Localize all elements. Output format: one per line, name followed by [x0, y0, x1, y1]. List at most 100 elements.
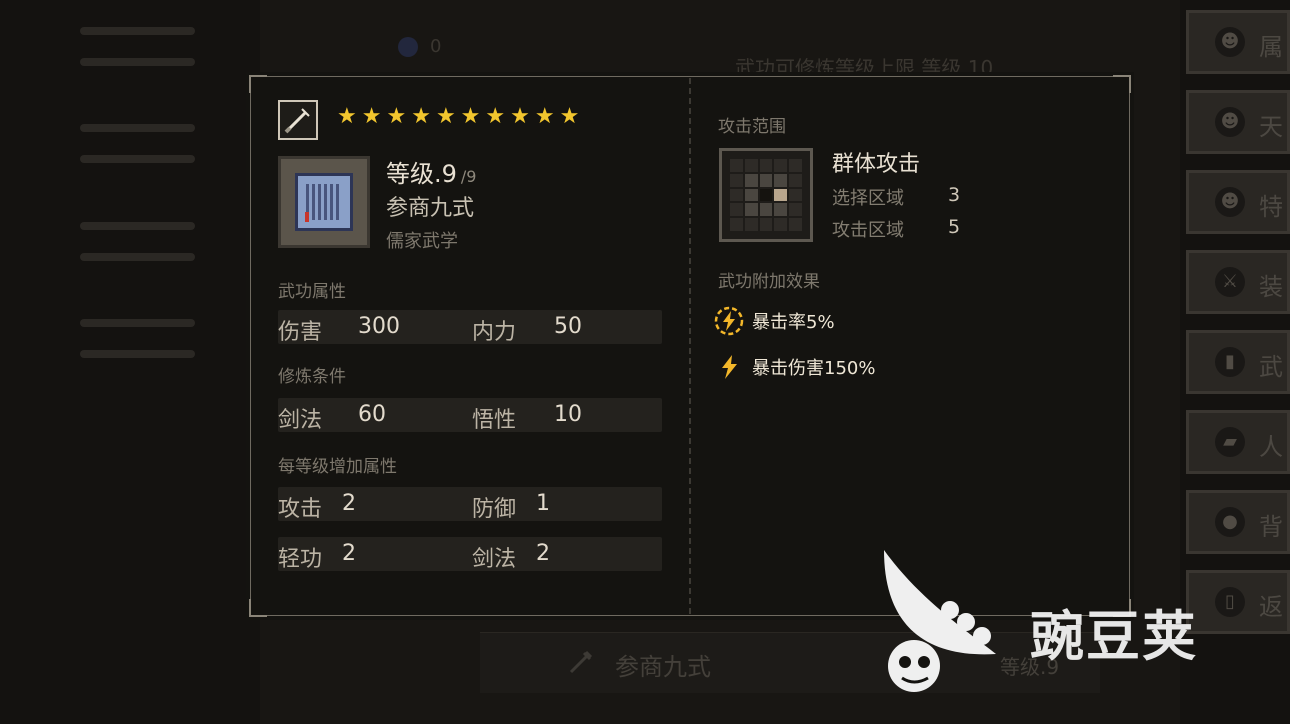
range-grid-cell — [789, 203, 802, 217]
attr-section-title: 武功属性 — [278, 282, 346, 302]
range-grid-cell — [789, 188, 802, 202]
attr-value: 300 — [358, 314, 400, 339]
range-grid-cell — [744, 188, 758, 202]
star-icon: ★ — [411, 104, 431, 129]
per-level-value: 2 — [342, 491, 356, 516]
range-grid-cell — [730, 188, 743, 202]
side-tab-traits[interactable]: ☻ 特 — [1186, 170, 1290, 234]
bg-skill-name: 参商九式 — [615, 653, 711, 681]
attr-row: 伤害 300 内力 50 — [278, 310, 662, 345]
per-level-label: 防御 — [472, 497, 517, 522]
range-grid-cell — [774, 188, 788, 202]
range-grid-cell — [774, 173, 788, 187]
effect-text: 暴击伤害150% — [752, 358, 876, 379]
side-tab-equipment[interactable]: ⚔ 装 — [1186, 250, 1290, 314]
req-label: 剑法 — [278, 408, 323, 433]
currency-orb-icon — [398, 37, 418, 57]
range-grid-cell — [744, 159, 758, 172]
lightning-circle-icon — [714, 306, 744, 336]
frame-corner — [1113, 75, 1131, 93]
per-level-value: 1 — [536, 491, 550, 516]
range-grid-cell — [759, 173, 773, 187]
skill-detail-popup: ★ ★ ★ ★ ★ ★ ★ ★ ★ ★ 等级.9/9 参商九式 儒家武学 武功属性 伤害 300 … — [246, 72, 1134, 620]
book-cover — [295, 173, 353, 231]
book-seal — [305, 212, 309, 222]
star-icon: ★ — [361, 104, 382, 129]
effect-item: 暴击率5% — [714, 306, 835, 336]
side-tab-label: 返 — [1259, 593, 1283, 621]
range-grid-cell — [730, 173, 743, 187]
book-text-pattern — [306, 184, 342, 220]
bg-list-line — [80, 155, 195, 163]
character-glow-icon: ☻ — [1215, 107, 1245, 137]
range-grid-cell — [730, 203, 743, 217]
range-grid-cell — [730, 218, 743, 231]
side-tab-talent[interactable]: ☻ 天 — [1186, 90, 1290, 154]
range-grid-cell — [730, 159, 743, 172]
star-icon: ★ — [510, 104, 530, 129]
skill-level: 等级.9/9 — [386, 154, 476, 189]
bg-list-line — [80, 350, 195, 358]
attack-area-value: 5 — [948, 216, 961, 238]
effect-text: 暴击率5% — [752, 312, 835, 333]
attr-value: 50 — [554, 314, 582, 339]
sword-icon: ⚔ — [1215, 267, 1245, 297]
bg-currency-value: 0 — [430, 36, 442, 57]
bg-list-line — [80, 27, 195, 35]
book-icon: ▮ — [1215, 347, 1245, 377]
sword-type-icon — [278, 100, 318, 140]
per-level-value: 2 — [536, 541, 550, 566]
side-tab-label: 装 — [1259, 273, 1283, 301]
bg-list-line — [80, 319, 195, 327]
range-grid-cell — [759, 159, 773, 172]
select-area-value: 3 — [948, 184, 961, 206]
attr-label: 伤害 — [278, 320, 323, 345]
bg-list-line — [80, 58, 195, 66]
range-grid-cell — [774, 218, 788, 231]
skill-level-value: 等级.9 — [386, 160, 457, 188]
side-tab-label: 天 — [1259, 113, 1283, 141]
star-icon: ★ — [460, 104, 481, 129]
req-row: 剑法 60 悟性 10 — [278, 398, 662, 433]
req-value: 60 — [358, 402, 386, 427]
star-icon: ★ — [485, 104, 506, 129]
skill-book-icon — [278, 156, 370, 248]
bg-list-line — [80, 222, 195, 230]
attack-range-grid — [719, 148, 813, 242]
bg-currency: 0 — [398, 36, 441, 57]
attack-area: 攻击区域 5 — [832, 216, 960, 242]
range-grid-cell — [774, 159, 788, 172]
range-grid-cell — [789, 159, 802, 172]
bag-icon: ● — [1215, 507, 1245, 537]
select-area: 选择区域 3 — [832, 184, 960, 210]
star-icon: ★ — [337, 104, 357, 129]
per-level-section-title: 每等级增加属性 — [278, 457, 397, 477]
side-tab-label: 属 — [1259, 33, 1283, 61]
req-section-title: 修炼条件 — [278, 367, 346, 387]
character-heart-icon: ☻ — [1215, 187, 1245, 217]
frame-corner — [249, 75, 267, 93]
per-level-label: 剑法 — [472, 547, 517, 572]
star-icon: ★ — [386, 104, 407, 129]
effects-section-title: 武功附加效果 — [718, 272, 820, 292]
per-level-value: 2 — [342, 541, 356, 566]
side-tab-return[interactable]: ▯ 返 — [1186, 570, 1290, 634]
req-label: 悟性 — [472, 408, 517, 433]
bg-list-line — [80, 253, 195, 261]
req-value: 10 — [554, 402, 582, 427]
attr-label: 内力 — [472, 320, 517, 345]
range-grid-cell — [789, 173, 802, 187]
per-level-row: 攻击 2 防御 1 — [278, 487, 662, 522]
frame-corner — [249, 599, 267, 617]
side-tab-people[interactable]: ▰ 人 — [1186, 410, 1290, 474]
side-tab-bag[interactable]: ● 背 — [1186, 490, 1290, 554]
side-tab-martial-arts[interactable]: ▮ 武 — [1186, 330, 1290, 394]
attack-area-label: 攻击区域 — [832, 220, 904, 241]
star-rating: ★ ★ ★ ★ ★ ★ ★ ★ ★ ★ — [337, 106, 579, 128]
lightning-icon — [714, 352, 744, 382]
skill-school: 儒家武学 — [386, 231, 458, 252]
scroll-icon: ▰ — [1215, 427, 1245, 457]
per-level-row: 轻功 2 剑法 2 — [278, 537, 662, 572]
character-icon: ☻ — [1215, 27, 1245, 57]
side-tab-attributes[interactable]: ☻ 属 — [1186, 10, 1290, 74]
